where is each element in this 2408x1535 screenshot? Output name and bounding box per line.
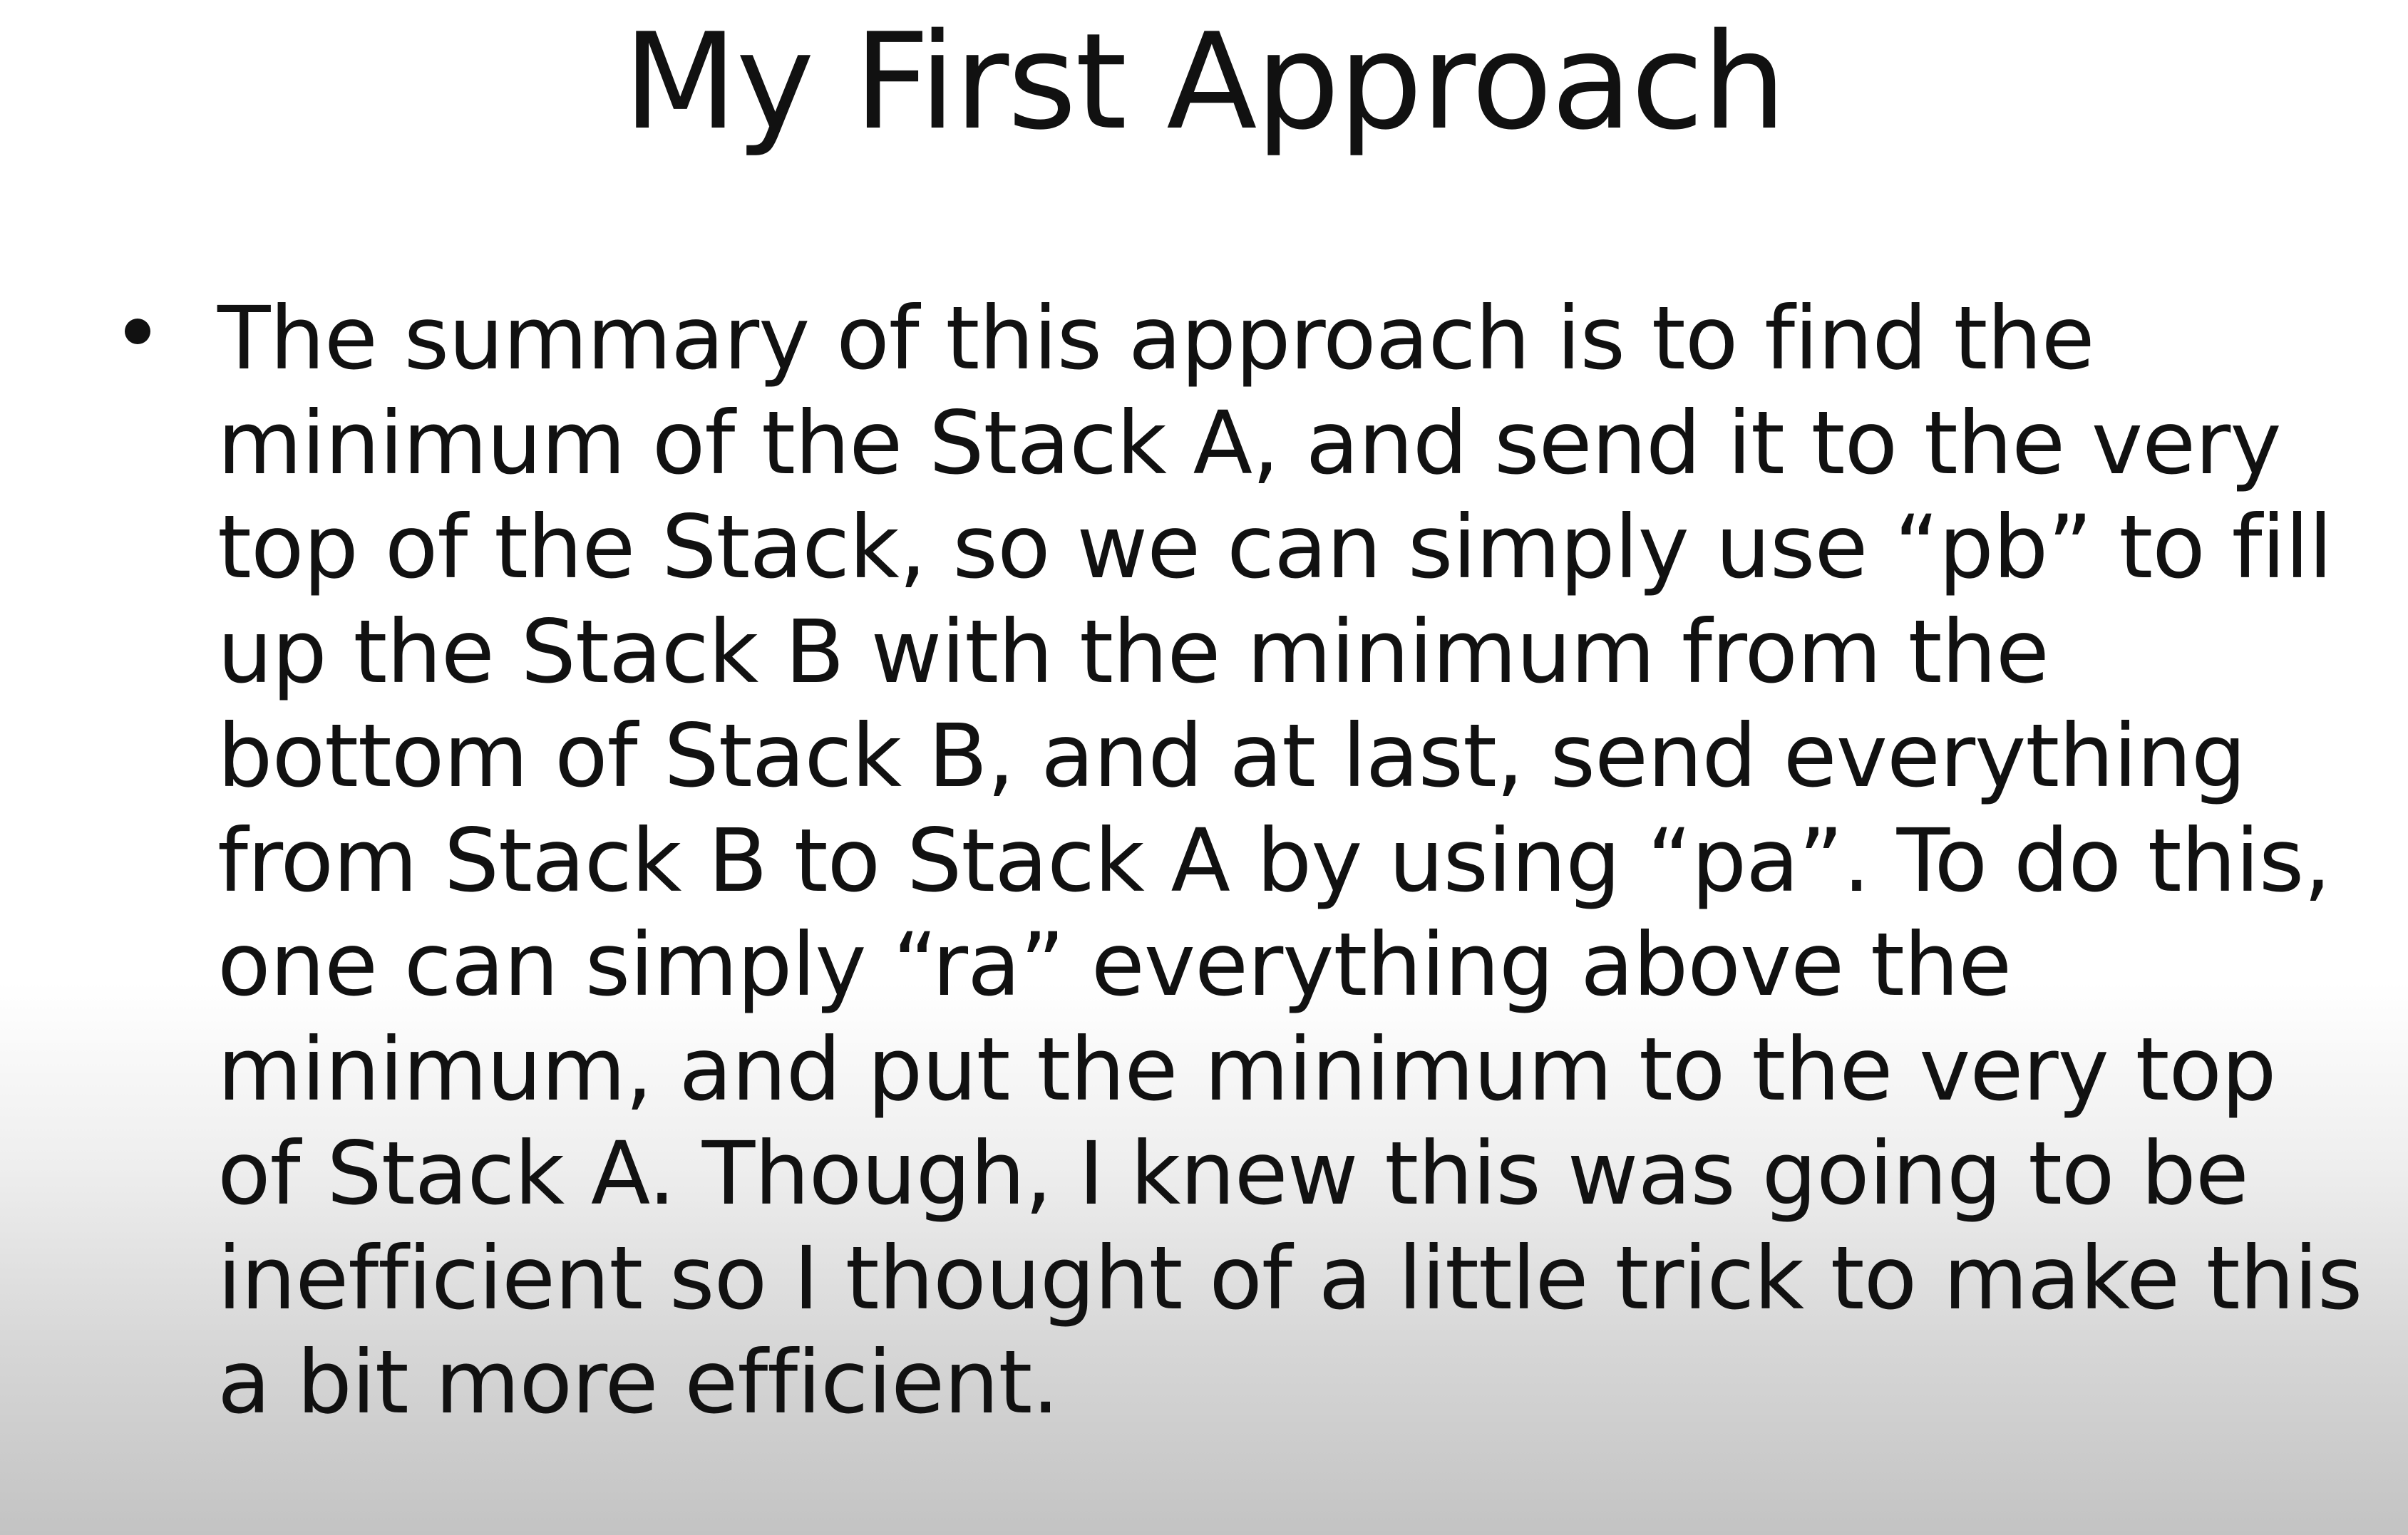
bullet-text: The summary of this approach is to find … xyxy=(217,286,2408,1435)
bullet-item: The summary of this approach is to find … xyxy=(0,0,2408,1535)
bullet-line: one can simply “ra” everything above the xyxy=(217,914,2012,1015)
bullet-line: top of the Stack, so we can simply use “… xyxy=(217,497,2332,598)
bullet-line: minimum of the Stack A, and send it to t… xyxy=(217,392,2282,494)
bullet-line: inefficient so I thought of a little tri… xyxy=(217,1227,2362,1329)
bullet-line: from Stack B to Stack A by using “pa”. T… xyxy=(217,810,2331,911)
bullet-dot-icon xyxy=(125,319,150,344)
bullet-line: minimum, and put the minimum to the very… xyxy=(217,1018,2277,1120)
bullet-line: of Stack A. Though, I knew this was goin… xyxy=(217,1123,2249,1224)
bullet-line: bottom of Stack B, and at last, send eve… xyxy=(217,706,2246,807)
bullet-line: up the Stack B with the minimum from the xyxy=(217,601,2049,703)
bullet-line: The summary of this approach is to find … xyxy=(217,288,2095,389)
bullet-line: a bit more efficient. xyxy=(217,1332,1059,1433)
bullet-list: The summary of this approach is to find … xyxy=(0,0,2408,1535)
slide: My First Approach The summary of this ap… xyxy=(0,0,2408,1535)
